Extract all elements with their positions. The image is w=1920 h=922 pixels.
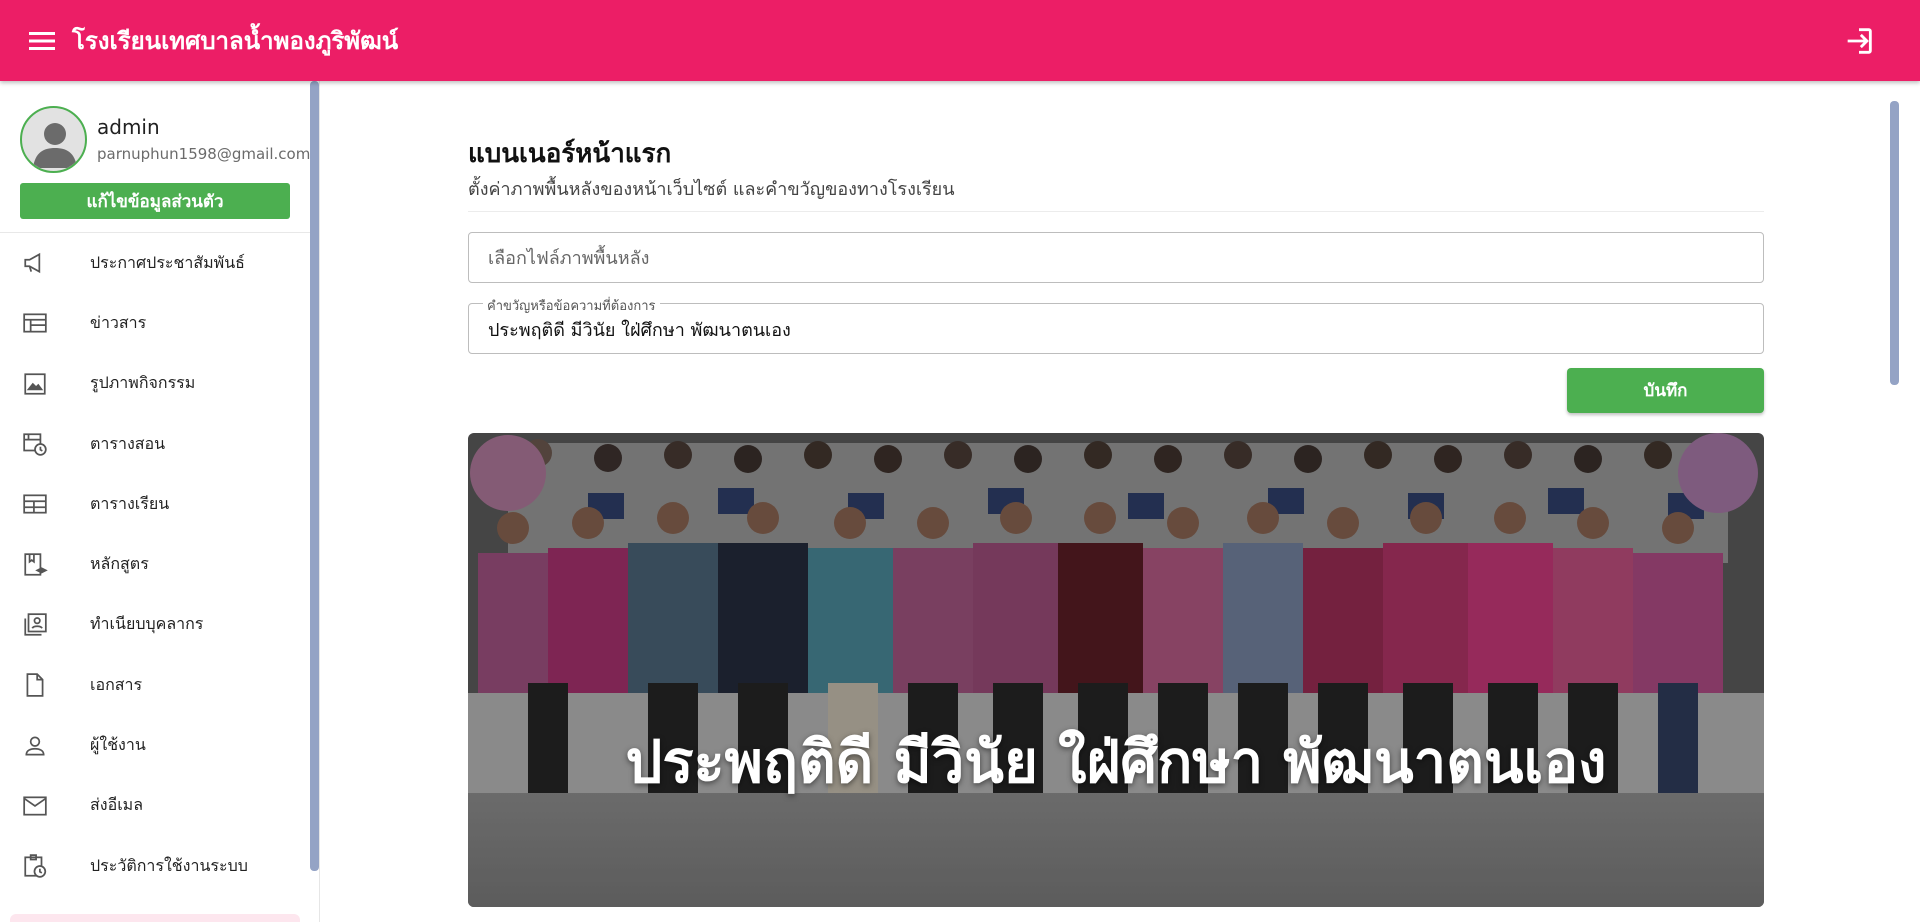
newspaper-icon xyxy=(20,308,50,338)
motto-input[interactable] xyxy=(488,316,1748,342)
calendar-clock-icon xyxy=(20,429,50,459)
banner-photo xyxy=(468,433,1764,907)
sidebar-item-curriculum[interactable]: หลักสูตร xyxy=(0,534,310,594)
mail-icon xyxy=(20,791,50,821)
sidebar-item-class-schedule[interactable]: ตารางเรียน xyxy=(0,474,310,534)
main-scrollbar[interactable] xyxy=(1890,101,1899,385)
app-bar: โรงเรียนเทศบาลน้ำพองภูริพัฒน์ xyxy=(0,0,1920,81)
sidebar-item-news[interactable]: ข่าวสาร xyxy=(0,293,310,353)
history-icon xyxy=(20,851,50,881)
sidebar-item-label: ประวัติการใช้งานระบบ xyxy=(90,855,248,875)
sidebar-item-label: ส่งอีเมล xyxy=(90,795,144,815)
sidebar-item-documents[interactable]: เอกสาร xyxy=(0,655,310,715)
sidebar-item-label: ตารางเรียน xyxy=(90,493,170,513)
megaphone-icon xyxy=(20,248,50,278)
sidebar-item-announcements[interactable]: ประกาศประชาสัมพันธ์ xyxy=(0,233,310,293)
staff-directory-icon xyxy=(20,610,50,640)
sidebar-item-label: เอกสาร xyxy=(90,674,143,694)
page-title: แบนเนอร์หน้าแรก xyxy=(468,139,672,169)
save-button[interactable]: บันทึก xyxy=(1567,368,1764,413)
sidebar-nav: ประกาศประชาสัมพันธ์ ข่าวสาร รูปภาพกิจกรร… xyxy=(0,233,310,896)
motto-field: คำขวัญหรือข้อความที่ต้องการ xyxy=(468,295,1764,354)
sidebar-item-partial[interactable] xyxy=(10,914,300,922)
sidebar-item-users[interactable]: ผู้ใช้งาน xyxy=(0,715,310,775)
sidebar-item-label: ทำเนียบบุคลากร xyxy=(90,614,204,634)
sidebar-item-label: รูปภาพกิจกรรม xyxy=(90,373,196,393)
avatar xyxy=(20,106,87,173)
menu-icon[interactable] xyxy=(26,25,58,57)
sidebar-scrollbar[interactable] xyxy=(310,81,319,871)
sidebar-item-staff-directory[interactable]: ทำเนียบบุคลากร xyxy=(0,595,310,655)
user-icon xyxy=(20,731,50,761)
motto-label: คำขวัญหรือข้อความที่ต้องการ xyxy=(483,295,660,316)
page-subtitle: ตั้งค่าภาพพื้นหลังของหน้าเว็บไซต์ และคำข… xyxy=(468,179,955,200)
sidebar: admin parnuphun1598@gmail.com แก้ไขข้อมู… xyxy=(0,81,320,922)
image-icon xyxy=(20,369,50,399)
sidebar-item-send-email[interactable]: ส่งอีเมล xyxy=(0,776,310,836)
document-icon xyxy=(20,670,50,700)
sidebar-item-teaching-schedule[interactable]: ตารางสอน xyxy=(0,414,310,474)
sidebar-item-label: ผู้ใช้งาน xyxy=(90,735,146,755)
sidebar-item-label: ตารางสอน xyxy=(90,433,166,453)
background-file-input[interactable]: เลือกไฟล์ภาพพื้นหลัง xyxy=(468,232,1764,283)
sidebar-item-label: ประกาศประชาสัมพันธ์ xyxy=(90,252,245,272)
sidebar-item-photos[interactable]: รูปภาพกิจกรรม xyxy=(0,354,310,414)
banner-preview: ประพฤติดี มีวินัย ใฝ่ศึกษา พัฒนาตนเอง xyxy=(468,433,1764,907)
profile-panel: admin parnuphun1598@gmail.com แก้ไขข้อมู… xyxy=(0,81,310,233)
curriculum-icon xyxy=(20,550,50,580)
sidebar-item-usage-history[interactable]: ประวัติการใช้งานระบบ xyxy=(0,836,310,896)
edit-profile-button[interactable]: แก้ไขข้อมูลส่วนตัว xyxy=(20,183,290,219)
user-email: parnuphun1598@gmail.com xyxy=(97,145,311,163)
main-content: แบนเนอร์หน้าแรก ตั้งค่าภาพพื้นหลังของหน้… xyxy=(321,81,1920,922)
sidebar-item-label: หลักสูตร xyxy=(90,554,149,574)
app-title: โรงเรียนเทศบาลน้ำพองภูริพัฒน์ xyxy=(72,27,399,55)
banner-motto-text: ประพฤติดี มีวินัย ใฝ่ศึกษา พัฒนาตนเอง xyxy=(625,728,1607,796)
user-name: admin xyxy=(97,115,160,139)
sidebar-item-label: ข่าวสาร xyxy=(90,312,147,332)
login-icon[interactable] xyxy=(1842,24,1876,58)
divider xyxy=(468,211,1764,212)
table-icon xyxy=(20,489,50,519)
